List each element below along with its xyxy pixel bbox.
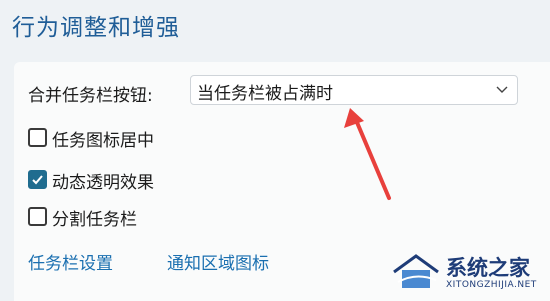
checkbox-label: 动态透明效果 <box>52 173 154 193</box>
site-watermark: 系统之家 XITONGZHIJIA.NET <box>390 250 540 296</box>
taskbar-settings-link[interactable]: 任务栏设置 <box>28 249 113 274</box>
watermark-name: 系统之家 <box>446 256 530 280</box>
checkbox-box[interactable] <box>28 207 47 226</box>
watermark-domain: XITONGZHIJIA.NET <box>446 280 537 290</box>
section-title: 行为调整和增强 <box>12 15 180 41</box>
annotation-arrow-icon <box>344 108 391 200</box>
checkbox-split-taskbar[interactable]: 分割任务栏 <box>28 207 158 231</box>
checkmark-icon <box>32 175 43 185</box>
checkbox-box[interactable] <box>28 128 47 147</box>
chevron-down-icon <box>496 86 508 93</box>
tray-icons-link[interactable]: 通知区域图标 <box>167 249 269 274</box>
dropdown-selected-value: 当任务栏被占满时 <box>197 84 333 104</box>
combine-buttons-label: 合并任务栏按钮: <box>28 86 153 106</box>
checkbox-center-icons[interactable]: 任务图标居中 <box>28 128 168 152</box>
checkbox-box[interactable] <box>28 170 47 189</box>
house-logo-icon <box>393 254 439 288</box>
checkbox-dynamic-transparency[interactable]: 动态透明效果 <box>28 170 168 194</box>
combine-buttons-dropdown[interactable]: 当任务栏被占满时 <box>190 75 518 105</box>
checkbox-label: 任务图标居中 <box>52 131 154 151</box>
checkbox-label: 分割任务栏 <box>52 210 137 230</box>
